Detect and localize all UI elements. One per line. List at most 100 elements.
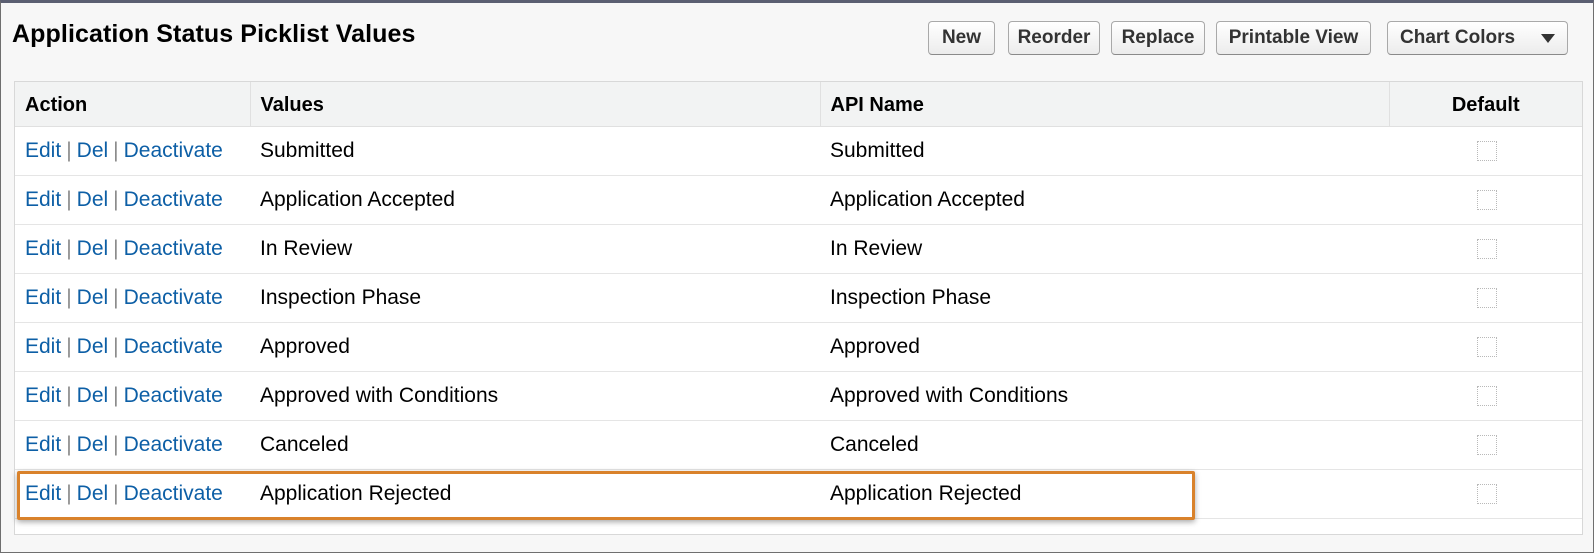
separator: | bbox=[66, 432, 72, 456]
delete-link[interactable]: Del bbox=[77, 482, 109, 505]
column-header-api-name: API Name bbox=[819, 82, 1389, 127]
separator: | bbox=[66, 383, 72, 407]
value-cell: Application Accepted bbox=[250, 175, 820, 225]
value-cell: In Review bbox=[250, 224, 820, 274]
default-cell bbox=[1389, 175, 1582, 225]
action-cell: Edit | Del | Deactivate bbox=[15, 469, 250, 519]
value-cell: Canceled bbox=[250, 420, 820, 470]
separator: | bbox=[66, 138, 72, 162]
separator: | bbox=[113, 432, 119, 456]
default-cell bbox=[1389, 273, 1582, 323]
deactivate-link[interactable]: Deactivate bbox=[124, 384, 223, 407]
api-name-cell: Application Accepted bbox=[820, 175, 1389, 225]
delete-link[interactable]: Del bbox=[77, 188, 109, 211]
new-button[interactable]: New bbox=[928, 21, 995, 55]
deactivate-link[interactable]: Deactivate bbox=[124, 335, 223, 358]
action-cell: Edit | Del | Deactivate bbox=[15, 273, 250, 323]
separator: | bbox=[66, 334, 72, 358]
chart-colors-dropdown[interactable]: Chart Colors bbox=[1387, 21, 1568, 55]
edit-link[interactable]: Edit bbox=[25, 286, 61, 309]
separator: | bbox=[113, 187, 119, 211]
separator: | bbox=[66, 236, 72, 260]
api-name-cell: Approved bbox=[820, 322, 1389, 372]
default-cell bbox=[1389, 126, 1582, 176]
picklist-panel: Application Status Picklist Values New R… bbox=[0, 0, 1594, 553]
separator: | bbox=[113, 138, 119, 162]
default-cell bbox=[1389, 322, 1582, 372]
default-checkbox bbox=[1476, 434, 1497, 455]
chevron-down-icon bbox=[1541, 34, 1555, 43]
column-header-values: Values bbox=[249, 82, 820, 127]
picklist-table: Action Values API Name Default Edit | Del |… bbox=[15, 82, 1582, 519]
delete-link[interactable]: Del bbox=[77, 237, 109, 260]
action-cell: Edit | Del | Deactivate bbox=[15, 371, 250, 421]
delete-link[interactable]: Del bbox=[77, 433, 109, 456]
default-checkbox bbox=[1476, 336, 1497, 357]
api-name-cell: In Review bbox=[820, 224, 1389, 274]
deactivate-link[interactable]: Deactivate bbox=[124, 139, 223, 162]
default-checkbox bbox=[1476, 483, 1497, 504]
delete-link[interactable]: Del bbox=[77, 286, 109, 309]
edit-link[interactable]: Edit bbox=[25, 237, 61, 260]
default-cell bbox=[1389, 371, 1582, 421]
page-title: Application Status Picklist Values bbox=[12, 20, 416, 48]
table-row: Edit | Del | Deactivate Application Accepted A… bbox=[15, 175, 1582, 225]
default-checkbox bbox=[1476, 189, 1497, 210]
value-cell: Submitted bbox=[250, 126, 820, 176]
action-cell: Edit | Del | Deactivate bbox=[15, 175, 250, 225]
table-row: Edit | Del | Deactivate Application Rejected A… bbox=[15, 469, 1582, 519]
separator: | bbox=[113, 285, 119, 309]
table-row: Edit | Del | Deactivate Approved Approved bbox=[15, 322, 1582, 372]
separator: | bbox=[66, 481, 72, 505]
default-checkbox bbox=[1476, 140, 1497, 161]
chart-colors-label: Chart Colors bbox=[1400, 27, 1516, 48]
edit-link[interactable]: Edit bbox=[25, 139, 61, 162]
deactivate-link[interactable]: Deactivate bbox=[124, 237, 223, 260]
deactivate-link[interactable]: Deactivate bbox=[124, 188, 223, 211]
delete-link[interactable]: Del bbox=[77, 384, 109, 407]
separator: | bbox=[113, 334, 119, 358]
separator: | bbox=[113, 383, 119, 407]
value-cell: Inspection Phase bbox=[250, 273, 820, 323]
column-header-default: Default bbox=[1388, 82, 1582, 127]
api-name-cell: Canceled bbox=[820, 420, 1389, 470]
separator: | bbox=[113, 481, 119, 505]
table-row: Edit | Del | Deactivate Approved with Conditi… bbox=[15, 371, 1582, 421]
api-name-cell: Approved with Conditions bbox=[820, 371, 1389, 421]
delete-link[interactable]: Del bbox=[77, 335, 109, 358]
edit-link[interactable]: Edit bbox=[25, 433, 61, 456]
table-row: Edit | Del | Deactivate Submitted Submitted bbox=[15, 126, 1582, 176]
reorder-button[interactable]: Reorder bbox=[1008, 21, 1100, 55]
edit-link[interactable]: Edit bbox=[25, 482, 61, 505]
action-cell: Edit | Del | Deactivate bbox=[15, 224, 250, 274]
action-cell: Edit | Del | Deactivate bbox=[15, 420, 250, 470]
table-row: Edit | Del | Deactivate Inspection Phase Inspe… bbox=[15, 273, 1582, 323]
deactivate-link[interactable]: Deactivate bbox=[124, 286, 223, 309]
action-cell: Edit | Del | Deactivate bbox=[15, 126, 250, 176]
value-cell: Approved bbox=[250, 322, 820, 372]
picklist-table-container: Action Values API Name Default Edit | Del |… bbox=[14, 81, 1583, 535]
picklist-rows: Edit | Del | Deactivate Submitted Submitted Edi… bbox=[15, 126, 1582, 519]
deactivate-link[interactable]: Deactivate bbox=[124, 482, 223, 505]
edit-link[interactable]: Edit bbox=[25, 188, 61, 211]
table-header-row: Action Values API Name Default bbox=[15, 82, 1582, 127]
default-checkbox bbox=[1476, 287, 1497, 308]
api-name-cell: Submitted bbox=[820, 126, 1389, 176]
api-name-cell: Inspection Phase bbox=[820, 273, 1389, 323]
default-cell bbox=[1389, 469, 1582, 519]
value-cell: Approved with Conditions bbox=[250, 371, 820, 421]
deactivate-link[interactable]: Deactivate bbox=[124, 433, 223, 456]
default-checkbox bbox=[1476, 238, 1497, 259]
action-cell: Edit | Del | Deactivate bbox=[15, 322, 250, 372]
separator: | bbox=[113, 236, 119, 260]
separator: | bbox=[66, 285, 72, 309]
default-cell bbox=[1389, 420, 1582, 470]
default-cell bbox=[1389, 224, 1582, 274]
printable-view-button[interactable]: Printable View bbox=[1216, 21, 1371, 55]
edit-link[interactable]: Edit bbox=[25, 335, 61, 358]
edit-link[interactable]: Edit bbox=[25, 384, 61, 407]
delete-link[interactable]: Del bbox=[77, 139, 109, 162]
column-header-action: Action bbox=[15, 82, 250, 127]
replace-button[interactable]: Replace bbox=[1111, 21, 1205, 55]
value-cell: Application Rejected bbox=[250, 469, 820, 519]
